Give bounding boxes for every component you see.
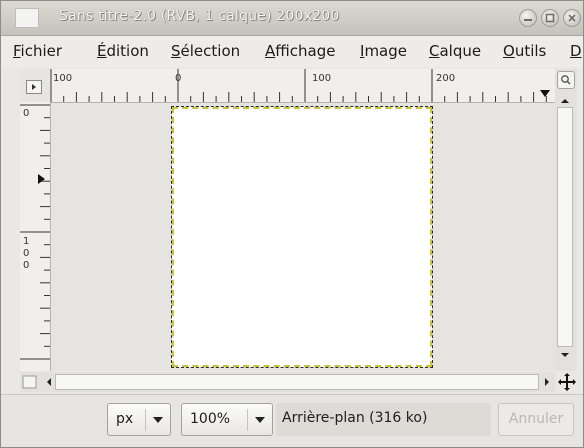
ruler-label: 0: [23, 260, 30, 271]
scroll-down-arrow-icon[interactable]: [555, 349, 575, 361]
menu-mnemonic: S: [171, 42, 181, 60]
pointer-marker-icon: [38, 174, 45, 184]
quick-mask-toggle[interactable]: [20, 372, 40, 392]
menu-image[interactable]: Image: [360, 42, 407, 60]
status-bar: px 100% Arrière-plan (316 ko) Annuler: [1, 394, 583, 447]
menu-calque[interactable]: Calque: [429, 42, 481, 60]
menu-label: alque: [439, 42, 482, 60]
ruler-label: 100: [312, 73, 332, 84]
menu-edition[interactable]: Édition: [97, 42, 149, 60]
menu-selection[interactable]: Sélection: [171, 42, 240, 60]
minimize-icon: [524, 19, 532, 21]
menu-label: dition: [106, 42, 149, 60]
combo-separator: [145, 409, 146, 431]
menu-label: utils: [514, 42, 547, 60]
menu-mnemonic: D: [570, 42, 582, 60]
image-menu-button[interactable]: [20, 69, 50, 102]
vertical-ruler[interactable]: 0 1 0 0: [20, 102, 51, 371]
scroll-left-arrow-icon[interactable]: [43, 372, 55, 392]
navigate-button[interactable]: [557, 372, 577, 392]
close-button[interactable]: [563, 9, 581, 27]
ruler-ticks: [50, 69, 550, 102]
cancel-button[interactable]: Annuler: [498, 403, 574, 436]
menu-outils[interactable]: Outils: [503, 42, 546, 60]
horizontal-ruler[interactable]: 100 0 100 200: [50, 69, 555, 103]
horizontal-scroll-track[interactable]: [55, 374, 539, 390]
canvas-viewport[interactable]: [51, 103, 555, 371]
move-cross-icon: [558, 373, 576, 391]
chevron-down-icon: [153, 417, 163, 423]
maximize-icon: [545, 13, 555, 23]
magnifier-icon: [561, 75, 571, 85]
menu-fichier[interactable]: Fichier: [13, 42, 62, 60]
scroll-right-arrow-icon[interactable]: [541, 372, 553, 392]
minimize-button[interactable]: [519, 9, 537, 27]
status-message: Arrière-plan (316 ko): [282, 410, 428, 426]
menu-label: mage: [364, 42, 407, 60]
scroll-up-arrow-icon[interactable]: [555, 95, 575, 107]
unit-selector[interactable]: px: [107, 403, 171, 436]
ruler-label: 100: [53, 73, 73, 84]
menu-affichage[interactable]: Affichage: [265, 42, 335, 60]
gimp-image-window: Sans titre-2.0 (RVB, 1 calque) 200x200 F…: [0, 0, 584, 448]
ruler-label: 1: [23, 236, 30, 247]
ruler-label: 0: [175, 73, 182, 84]
menu-label: élection: [180, 42, 241, 60]
menu-arrow-icon: [26, 80, 42, 94]
menu-mnemonic: A: [265, 42, 276, 60]
vertical-scroll-track[interactable]: [557, 107, 573, 347]
menu-mnemonic: O: [503, 42, 515, 60]
chevron-down-icon: [255, 417, 265, 423]
zoom-value: 100%: [190, 411, 231, 427]
menu-mnemonic: C: [429, 42, 440, 60]
maximize-button[interactable]: [541, 9, 559, 27]
window-title: Sans titre-2.0 (RVB, 1 calque) 200x200: [59, 8, 340, 24]
menu-mnemonic: F: [13, 42, 21, 60]
title-bar[interactable]: Sans titre-2.0 (RVB, 1 calque) 200x200: [1, 1, 583, 36]
unit-value: px: [116, 411, 134, 427]
app-icon: [15, 8, 39, 28]
image-canvas[interactable]: [172, 107, 432, 367]
vertical-scrollbar[interactable]: [555, 69, 577, 371]
menu-more[interactable]: D: [570, 42, 582, 60]
close-icon: [568, 14, 576, 22]
zoom-selector[interactable]: 100%: [181, 403, 273, 436]
combo-separator: [247, 409, 248, 431]
quick-mask-icon: [22, 375, 37, 389]
ruler-label: 200: [436, 73, 456, 84]
ruler-label: 0: [23, 108, 30, 119]
pointer-marker-icon: [540, 90, 550, 97]
menu-label: ffichage: [275, 42, 336, 60]
zoom-on-resize-button[interactable]: [557, 71, 575, 89]
menu-bar: Fichier Édition Sélection Affichage Imag…: [1, 36, 583, 67]
ruler-label: 0: [23, 248, 30, 259]
menu-label: ichier: [20, 42, 63, 60]
